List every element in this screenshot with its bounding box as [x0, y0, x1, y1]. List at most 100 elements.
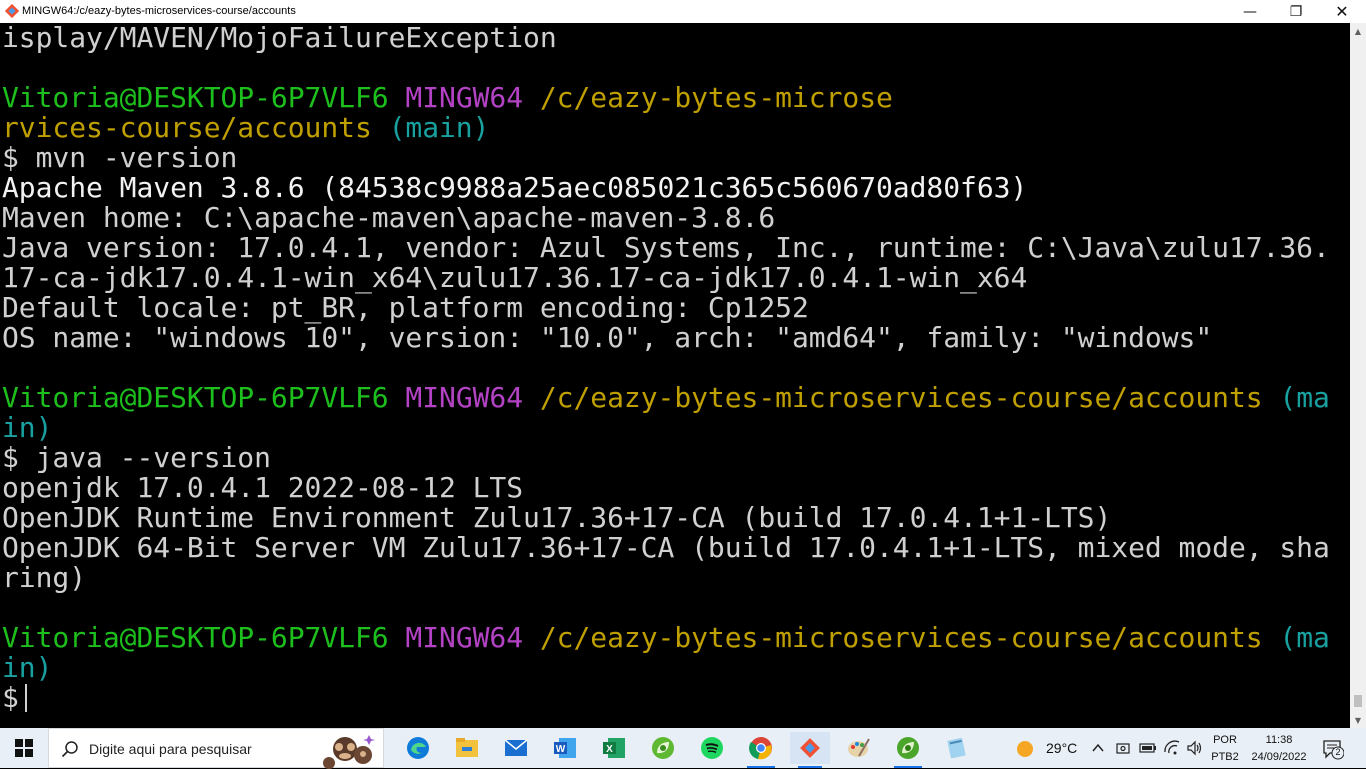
terminal-line: Maven home: C:\apache-maven\apache-maven…: [2, 203, 1350, 233]
terminal-line: in): [2, 653, 1350, 683]
terminal-line: in): [2, 413, 1350, 443]
weather-sun-icon[interactable]: [1016, 740, 1034, 758]
language-indicator[interactable]: POR PTB2: [1206, 733, 1244, 764]
weather-temperature[interactable]: 29°C: [1046, 740, 1077, 756]
mail-icon: [504, 739, 528, 756]
clock[interactable]: 11:38 24/09/2022: [1244, 733, 1314, 764]
terminal-line: $ java --version: [2, 443, 1350, 473]
taskbar-spotify[interactable]: [692, 732, 732, 764]
terminal-text: rvices-course/accounts: [2, 111, 389, 144]
terminal-text: Apache Maven 3.8.6 (84538c9988a25aec0850…: [2, 171, 1028, 204]
chrome-icon: [749, 737, 772, 760]
scrollbar-thumb[interactable]: [1354, 695, 1362, 707]
terminal-text: openjdk 17.0.4.1 2022-08-12 LTS: [2, 471, 524, 504]
maximize-button[interactable]: ❐: [1273, 0, 1319, 23]
scroll-up-arrow-icon[interactable]: ▲: [1350, 23, 1366, 39]
terminal-text: OS name: "windows 10", version: "10.0", …: [2, 321, 1213, 354]
terminal-text: (ma: [1279, 621, 1330, 654]
volume-icon[interactable]: [1186, 740, 1204, 756]
terminal-text: 17-ca-jdk17.0.4.1-win_x64\zulu17.36.17-c…: [2, 261, 1028, 294]
spring-leaf-icon: [897, 737, 919, 759]
taskbar: Digite aqui para pesquisar W X 29°C POR …: [0, 728, 1366, 769]
taskbar-notepad[interactable]: [937, 732, 977, 764]
window-titlebar[interactable]: MINGW64:/c/eazy-bytes-microservices-cour…: [0, 0, 1366, 23]
minimize-button[interactable]: —: [1227, 0, 1273, 23]
taskbar-search-box[interactable]: Digite aqui para pesquisar: [48, 728, 384, 769]
word-icon: W: [554, 738, 576, 758]
minimize-icon: —: [1243, 3, 1257, 20]
prompt-line[interactable]: $: [2, 683, 1350, 713]
taskbar-git-bash[interactable]: [790, 732, 830, 768]
close-icon: ✕: [1335, 2, 1349, 21]
scroll-down-arrow-icon[interactable]: ▼: [1350, 712, 1366, 728]
terminal-line: OpenJDK 64-Bit Server VM Zulu17.36+17-CA…: [2, 533, 1350, 563]
search-icon: [61, 741, 78, 758]
terminal-line: isplay/MAVEN/MojoFailureException: [2, 23, 1350, 53]
taskbar-file-explorer[interactable]: [447, 732, 487, 764]
meet-now-icon[interactable]: [1115, 740, 1131, 756]
terminal-line: Java version: 17.0.4.1, vendor: Azul Sys…: [2, 233, 1350, 263]
language-code: POR: [1213, 734, 1237, 746]
wifi-icon[interactable]: [1163, 740, 1181, 756]
terminal-line: OpenJDK Runtime Environment Zulu17.36+17…: [2, 503, 1350, 533]
terminal-text: Java version: 17.0.4.1, vendor: Azul Sys…: [2, 231, 1330, 264]
start-button[interactable]: [0, 728, 48, 768]
terminal-text: ring): [2, 561, 87, 594]
folder-icon: [456, 738, 478, 757]
excel-icon: X: [603, 738, 625, 758]
clock-time: 11:38: [1265, 734, 1293, 746]
terminal-text: $ mvn -version: [2, 141, 238, 174]
taskbar-excel[interactable]: X: [594, 732, 634, 764]
terminal-text: (ma: [1279, 381, 1330, 414]
taskbar-mail[interactable]: [496, 732, 536, 764]
search-placeholder: Digite aqui para pesquisar: [89, 741, 252, 757]
terminal-line: 17-ca-jdk17.0.4.1-win_x64\zulu17.36.17-c…: [2, 263, 1350, 293]
spotify-icon: [701, 737, 723, 759]
terminal-text: Vitoria@DESKTOP-6P7VLF6: [2, 381, 406, 414]
terminal-area[interactable]: isplay/MAVEN/MojoFailureException Vitori…: [0, 23, 1350, 728]
notification-center-button[interactable]: 2: [1322, 738, 1345, 760]
taskbar-paint[interactable]: [839, 732, 879, 764]
terminal-line: Vitoria@DESKTOP-6P7VLF6 MINGW64 /c/eazy-…: [2, 383, 1350, 413]
terminal-text: /c/eazy-bytes-microservices-course/accou…: [539, 381, 1280, 414]
chevron-up-icon[interactable]: [1091, 742, 1105, 754]
text-cursor: [24, 684, 27, 712]
taskbar-edge[interactable]: [398, 732, 438, 764]
terminal-text: OpenJDK Runtime Environment Zulu17.36+17…: [2, 501, 1112, 534]
git-bash-app-icon: [5, 4, 19, 18]
paint-icon: [848, 738, 870, 757]
taskbar-spring-tool-2[interactable]: [888, 732, 928, 768]
taskbar-word[interactable]: W: [545, 732, 585, 764]
taskbar-spring-tool[interactable]: [643, 732, 683, 764]
close-button[interactable]: ✕: [1319, 0, 1365, 23]
terminal-text: (main): [388, 111, 490, 144]
terminal-output: isplay/MAVEN/MojoFailureException Vitori…: [0, 23, 1350, 713]
terminal-line: $ mvn -version: [2, 143, 1350, 173]
battery-icon[interactable]: [1139, 740, 1157, 756]
keyboard-layout: PTB2: [1211, 751, 1239, 763]
terminal-text: isplay/MAVEN/MojoFailureException: [2, 23, 557, 54]
notepad-icon: [947, 737, 966, 759]
terminal-line: Default locale: pt_BR, platform encoding…: [2, 293, 1350, 323]
terminal-text: in): [2, 651, 53, 684]
terminal-text: Default locale: pt_BR, platform encoding…: [2, 291, 809, 324]
git-icon: [800, 738, 820, 758]
terminal-text: /c/eazy-bytes-microse: [539, 81, 893, 114]
taskbar-chrome[interactable]: [741, 732, 781, 768]
search-highlight-doodle-icon: [323, 735, 375, 769]
terminal-text: Maven home: C:\apache-maven\apache-maven…: [2, 201, 776, 234]
terminal-line: OS name: "windows 10", version: "10.0", …: [2, 323, 1350, 353]
terminal-text: MINGW64: [405, 81, 540, 114]
prompt-symbol: $: [2, 681, 19, 714]
clock-date: 24/09/2022: [1251, 751, 1307, 763]
vertical-scrollbar[interactable]: ▲ ▼: [1350, 23, 1366, 728]
svg-text:X: X: [606, 744, 613, 755]
terminal-text: MINGW64: [405, 381, 540, 414]
terminal-line: openjdk 17.0.4.1 2022-08-12 LTS: [2, 473, 1350, 503]
terminal-text: /c/eazy-bytes-microservices-course/accou…: [539, 621, 1280, 654]
window-title: MINGW64:/c/eazy-bytes-microservices-cour…: [22, 5, 296, 17]
terminal-text: Vitoria@DESKTOP-6P7VLF6: [2, 621, 406, 654]
terminal-line: Vitoria@DESKTOP-6P7VLF6 MINGW64 /c/eazy-…: [2, 623, 1350, 653]
